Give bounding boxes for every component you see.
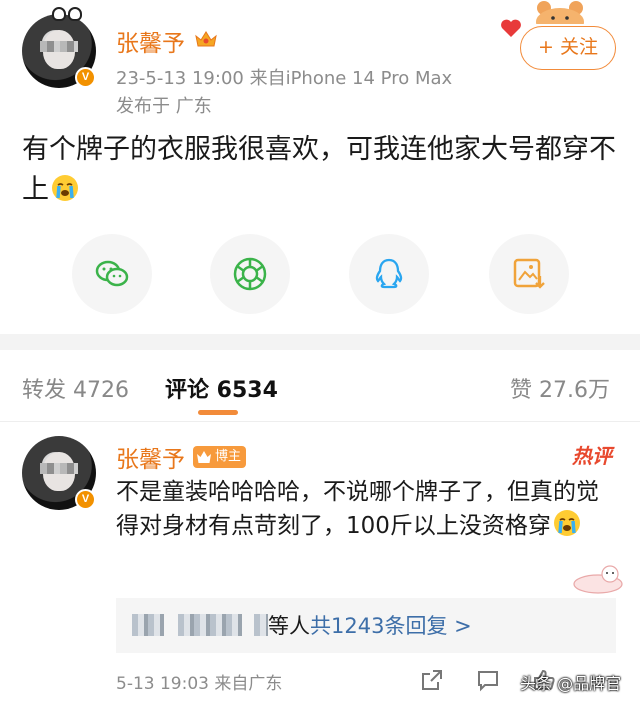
watermark: 头条 @品牌官: [520, 674, 622, 693]
comment-text: 不是童装哈哈哈哈，不说哪个牌子了，但真的觉得对身材有点苛刻了，100斤以上没资格…: [116, 475, 610, 543]
share-moments-button[interactable]: [210, 234, 290, 314]
share-wechat-button[interactable]: [72, 234, 152, 314]
share-icon[interactable]: [420, 668, 444, 692]
tab-comment[interactable]: 评论 6534: [165, 372, 278, 404]
wechat-icon: [95, 260, 129, 287]
reply-users-suffix: 等人: [268, 614, 310, 638]
cat-sticker-decoration: [573, 565, 623, 594]
tab-repost[interactable]: 转发 4726: [22, 372, 129, 404]
mosaic-redaction: [178, 614, 242, 636]
avatar-cat-ears-decoration: [52, 4, 84, 24]
share-qq-button[interactable]: [349, 234, 429, 314]
post-text: 有个牌子的衣服我很喜欢，可我连他家大号都穿不上: [22, 130, 622, 210]
avatar-mosaic: [39, 462, 79, 475]
verified-badge-icon: V: [75, 489, 96, 510]
post-location: 发布于 广东: [116, 96, 212, 117]
post-time-device: 23-5-13 19:00 来自iPhone 14 Pro Max: [116, 68, 453, 89]
tabs-divider: [0, 421, 640, 422]
verified-badge-icon: V: [75, 67, 96, 88]
crying-emoji-icon: [553, 510, 580, 536]
comment-icon[interactable]: [476, 668, 500, 692]
bear-decoration-icon: [536, 1, 584, 24]
follow-button[interactable]: + 关注: [520, 26, 616, 70]
tab-like[interactable]: 赞 27.6万: [510, 372, 610, 404]
save-image-icon: [513, 258, 545, 289]
mosaic-redaction: [132, 614, 164, 636]
mosaic-redaction: [254, 614, 268, 636]
crown-icon: [197, 451, 211, 463]
hot-comment-badge: 热评: [572, 444, 612, 468]
avatar-mosaic: [39, 40, 79, 53]
author-badge: 博主: [193, 446, 247, 468]
comment-meta: 5-13 19:03 来自广东: [116, 674, 283, 694]
moments-icon: [233, 257, 267, 291]
view-replies-link[interactable]: 共1243条回复 >: [310, 610, 472, 640]
active-tab-indicator: [198, 410, 238, 415]
crying-emoji-icon: [52, 175, 78, 201]
post-text-content: 有个牌子的衣服我很喜欢，可我连他家大号都穿不上: [22, 134, 616, 205]
comment-text-content: 不是童装哈哈哈哈，不说哪个牌子了，但真的觉得对身材有点苛刻了，100斤以上没资格…: [116, 479, 599, 539]
comment-author-name[interactable]: 张馨予: [116, 440, 185, 474]
post-author-name[interactable]: 张馨予: [116, 24, 185, 58]
section-divider: [0, 334, 640, 350]
author-badge-label: 博主: [215, 449, 242, 464]
heart-decoration-icon: [501, 19, 521, 37]
crown-icon: [195, 31, 217, 47]
save-image-button[interactable]: [489, 234, 569, 314]
qq-icon: [375, 258, 403, 289]
